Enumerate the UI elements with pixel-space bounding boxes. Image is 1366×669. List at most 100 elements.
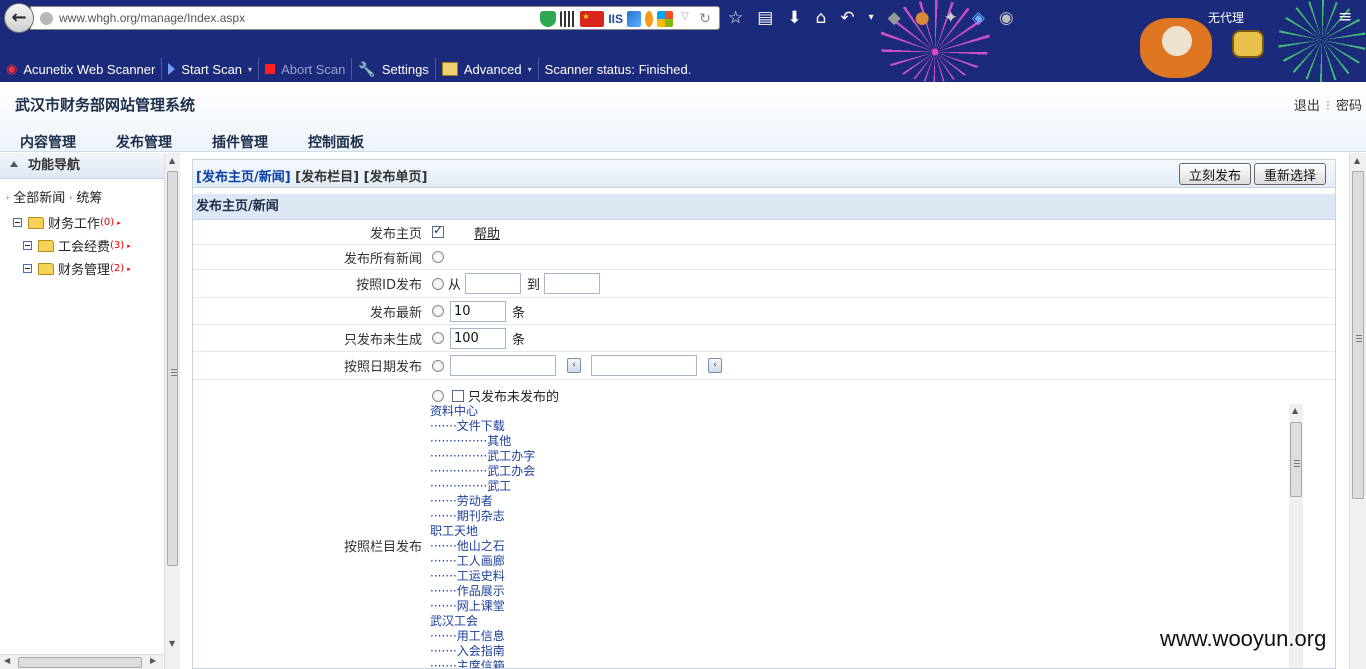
tab-publish-column[interactable]: [发布栏目]	[295, 170, 359, 185]
chevron-down-icon[interactable]: ▾	[869, 8, 874, 28]
list-item[interactable]: 资料中心	[430, 404, 1305, 419]
list-item[interactable]: ·······作品展示	[430, 584, 1305, 599]
only-unpublished-checkbox[interactable]	[452, 389, 464, 402]
list-item[interactable]: ·······网上课堂	[430, 599, 1305, 614]
list-item[interactable]: ·······工人画廊	[430, 554, 1305, 569]
scroll-down-icon[interactable]: ▼	[169, 639, 175, 648]
reselect-button[interactable]: 重新选择	[1254, 163, 1327, 185]
globe-settings-icon[interactable]: ◉	[999, 8, 1014, 28]
scrollbar-thumb[interactable]	[1290, 422, 1302, 497]
latest-count-input[interactable]: 10	[450, 300, 506, 322]
menu-icon[interactable]: ≡	[1338, 7, 1352, 27]
sidebar-horizontal-scrollbar[interactable]: ◀ ▶	[0, 654, 164, 669]
tree-item-finance-work[interactable]: 财务工作 (0) ▸	[0, 211, 179, 234]
tab-publish-home-news[interactable]: [发布主页/新闻]	[196, 170, 291, 185]
page-title: 武汉市财务部网站管理系统	[15, 96, 196, 114]
undo-icon[interactable]: ↶	[840, 8, 854, 28]
by-date-radio[interactable]	[432, 359, 444, 372]
id-from-input[interactable]	[465, 273, 522, 294]
crumb-overall[interactable]: 统筹	[76, 191, 102, 206]
ungenerated-count-input[interactable]: 100	[450, 327, 506, 349]
scanner-toolbar: ◉ Acunetix Web Scanner Start Scan ▾ Abor…	[0, 56, 1366, 82]
id-to-input[interactable]	[544, 273, 601, 294]
tab-publish-single-page[interactable]: [发布单页]	[364, 170, 428, 185]
date-end-input[interactable]	[591, 355, 697, 376]
scroll-up-icon[interactable]: ▲	[169, 156, 175, 165]
tree-item-finance-management[interactable]: 财务管理 (2) ▸	[0, 257, 179, 280]
password-link[interactable]: 密码	[1336, 99, 1362, 114]
scrollbar-thumb[interactable]	[18, 657, 142, 668]
triangle-right-icon: ▸	[117, 218, 121, 227]
back-arrow-icon[interactable]: ←	[4, 3, 34, 33]
abort-scan-button[interactable]: Abort Scan	[259, 58, 353, 80]
tab-publish-management[interactable]: 发布管理	[116, 132, 172, 152]
reload-icon[interactable]: ↻	[697, 11, 713, 27]
list-item[interactable]: ·······主席信箱	[430, 659, 1305, 668]
list-item[interactable]: ···············武工办字	[430, 449, 1305, 464]
all-news-radio[interactable]	[432, 251, 444, 263]
collapse-box-icon[interactable]	[13, 218, 22, 227]
scrollbar-thumb[interactable]	[1352, 171, 1364, 499]
collapse-box-icon[interactable]	[23, 264, 32, 273]
advanced-button[interactable]: Advanced ▾	[436, 58, 539, 80]
tab-content-management[interactable]: 内容管理	[20, 132, 76, 152]
logout-link[interactable]: 退出	[1294, 99, 1320, 114]
home-icon[interactable]: ⌂	[816, 8, 827, 28]
tab-plugin-management[interactable]: 插件管理	[212, 132, 268, 152]
page-vertical-scrollbar[interactable]: ▲	[1349, 153, 1366, 669]
windows-logo-icon	[657, 11, 673, 27]
crumb-all-news[interactable]: 全部新闻	[13, 191, 65, 206]
reading-list-icon[interactable]: ▤	[757, 8, 773, 28]
list-item[interactable]: ···············其他	[430, 434, 1305, 449]
row-publish-all-news: 发布所有新闻	[193, 245, 1335, 270]
bookmark-star-icon[interactable]: ☆	[728, 8, 743, 28]
list-item[interactable]: ···············武工	[430, 479, 1305, 494]
sidebar-header[interactable]: 功能导航	[0, 153, 179, 179]
sidebar: 功能导航 › 全部新闻 › 统筹 财务工作 (0) ▸ 工会经费 (3) ▸ 财务管理 (2) ▸	[0, 153, 180, 669]
list-item[interactable]: 职工天地	[430, 524, 1305, 539]
dropdown-arrow-icon[interactable]: ▽	[677, 11, 693, 27]
list-item[interactable]: ·······劳动者	[430, 494, 1305, 509]
by-id-radio[interactable]	[432, 277, 444, 290]
list-item[interactable]: ·······工运史料	[430, 569, 1305, 584]
list-item[interactable]: ·······文件下载	[430, 419, 1305, 434]
publish-now-button[interactable]: 立刻发布	[1179, 163, 1252, 185]
scroll-up-icon[interactable]: ▲	[1292, 406, 1298, 415]
calendar-picker-icon[interactable]: ‹	[708, 358, 722, 373]
latest-radio[interactable]	[432, 305, 444, 317]
help-link[interactable]: 帮助	[474, 223, 500, 242]
collapse-box-icon[interactable]	[23, 241, 32, 250]
ungenerated-radio[interactable]	[432, 332, 444, 344]
download-icon[interactable]: ⬇	[787, 8, 801, 28]
play-icon	[168, 63, 176, 75]
qr-code-icon[interactable]	[560, 11, 577, 27]
scroll-left-icon[interactable]: ◀	[4, 656, 10, 665]
start-scan-button[interactable]: Start Scan ▾	[162, 58, 260, 80]
proxy-switch[interactable]: 无代理	[1208, 9, 1244, 26]
list-item[interactable]: ···············武工办会	[430, 464, 1305, 479]
acunetix-menu[interactable]: ◉ Acunetix Web Scanner	[0, 58, 163, 80]
shield-icon[interactable]	[540, 11, 557, 27]
scroll-up-icon[interactable]: ▲	[1354, 156, 1360, 165]
scrollbar-thumb[interactable]	[167, 171, 178, 566]
network-icon[interactable]: ◈	[972, 8, 985, 28]
scroll-right-icon[interactable]: ▶	[150, 656, 156, 665]
hat-icon[interactable]: ◆	[888, 8, 901, 28]
publish-home-checkbox[interactable]	[432, 223, 444, 238]
list-item[interactable]: ·······期刊杂志	[430, 509, 1305, 524]
info-icon[interactable]	[645, 11, 653, 27]
by-column-radio[interactable]	[432, 389, 444, 402]
plugin-icon[interactable]: ✦	[944, 8, 958, 28]
address-bar[interactable]: www.whgh.org/manage/Index.aspx IIS ▽ ↻	[30, 6, 720, 30]
tab-control-panel[interactable]: 控制面板	[308, 132, 364, 152]
tree-item-union-funds[interactable]: 工会经费 (3) ▸	[0, 234, 179, 257]
settings-button[interactable]: 🔧 Settings	[352, 58, 436, 80]
url-text[interactable]: www.whgh.org/manage/Index.aspx	[59, 11, 245, 25]
sidebar-vertical-scrollbar[interactable]: ▲ ▼	[164, 153, 180, 669]
list-item[interactable]: ·······他山之石	[430, 539, 1305, 554]
cookie-icon[interactable]: ●	[915, 8, 930, 28]
date-start-input[interactable]	[450, 355, 556, 376]
china-flag-icon	[580, 11, 605, 27]
grip-icon	[1356, 335, 1362, 342]
calendar-picker-icon[interactable]: ‹	[567, 358, 581, 373]
